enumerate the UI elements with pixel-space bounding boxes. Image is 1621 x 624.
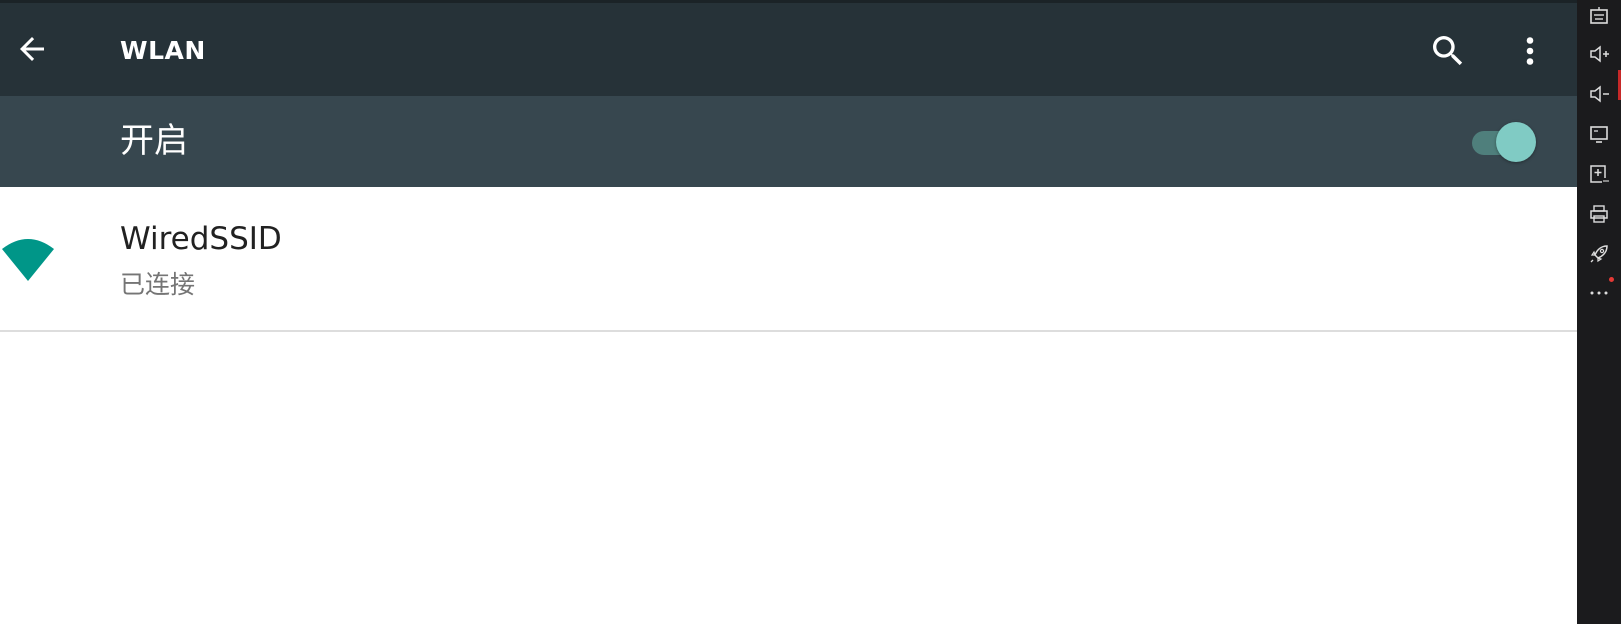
network-list-item[interactable]: WiredSSID 已连接 [0,187,1577,332]
notification-dot [1609,277,1614,282]
wlan-switch-bar: 开启 [0,96,1577,187]
emulator-side-toolbar [1577,0,1621,624]
search-button[interactable] [1420,23,1476,79]
install-apk-button[interactable] [1585,160,1613,188]
more-vert-icon [1526,37,1534,65]
screen-button[interactable] [1585,120,1613,148]
volume-up-icon [1590,45,1609,63]
rocket-button[interactable] [1585,240,1613,268]
page-title: WLAN [120,36,206,65]
wlan-toggle[interactable] [1470,120,1540,162]
toggle-thumb [1496,122,1536,162]
keyboard-button[interactable] [1585,2,1613,30]
more-horiz-icon [1590,291,1608,295]
back-button[interactable] [6,23,58,75]
printer-icon [1590,205,1608,223]
printer-button[interactable] [1585,200,1613,228]
search-icon [1433,36,1463,66]
volume-up-button[interactable] [1585,40,1613,68]
volume-down-icon [1590,85,1609,103]
screen-icon [1590,126,1608,143]
volume-down-button[interactable] [1585,80,1613,108]
rocket-icon [1590,245,1608,263]
wlan-settings-screen: WLAN 开启 WiredSSID 已连接 [0,0,1577,624]
install-apk-icon [1590,165,1609,183]
keyboard-icon [1590,7,1608,24]
more-tools-button[interactable] [1585,276,1614,304]
network-status: 已连接 [120,270,196,299]
wifi-signal-icon [2,239,54,281]
network-ssid: WiredSSID [120,221,282,257]
overflow-menu-button[interactable] [1506,23,1554,79]
arrow-back-icon [20,37,44,61]
switch-label: 开启 [120,121,188,161]
action-bar: WLAN [0,0,1577,96]
